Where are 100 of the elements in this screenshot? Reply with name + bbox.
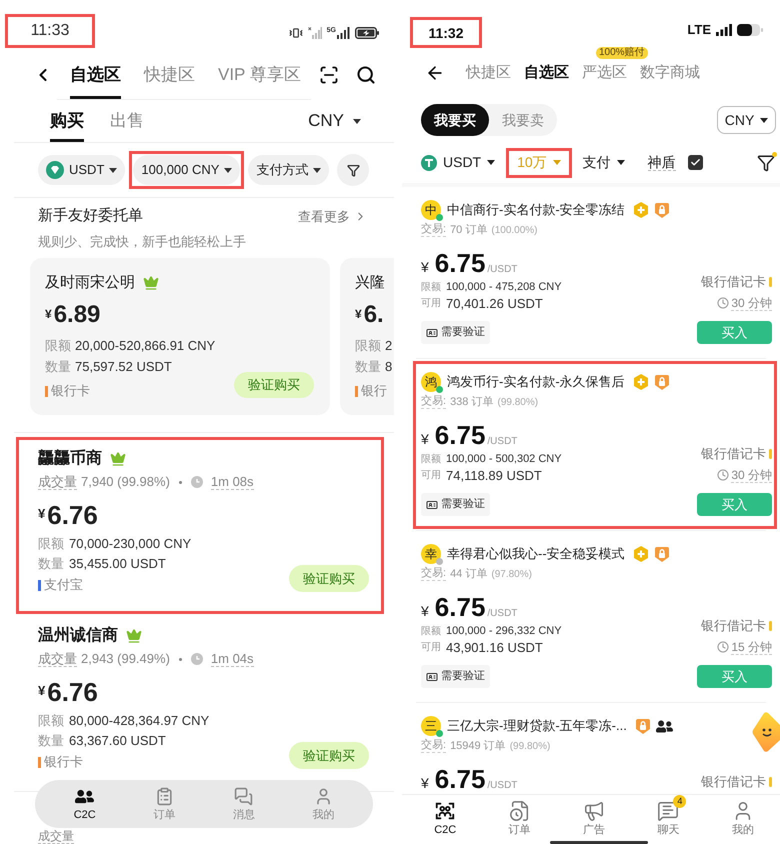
currency-symbol: ¥ bbox=[45, 306, 52, 323]
nav-item[interactable]: 消息 bbox=[204, 780, 284, 828]
trade-tab[interactable]: 出售 bbox=[110, 100, 144, 142]
field-value: 80,000-428,364.97 CNY bbox=[69, 712, 210, 730]
trade-tab[interactable]: 购买 bbox=[50, 100, 84, 142]
currency-dropdown[interactable]: CNY bbox=[308, 108, 361, 134]
trade-stats: 7,940 (99.98%) bbox=[81, 473, 170, 492]
field-value: 74,118.89 USDT bbox=[446, 466, 542, 485]
currency-symbol: ¥ bbox=[421, 258, 429, 277]
field-label: 限额 bbox=[38, 712, 64, 730]
coin-dropdown[interactable]: USDT bbox=[413, 150, 504, 174]
payment-method: 银行借记卡 bbox=[701, 445, 766, 464]
megaphone-icon bbox=[582, 800, 605, 822]
field-value: 43,901.16 USDT bbox=[446, 638, 543, 657]
signal-icon bbox=[337, 27, 350, 39]
checkbox[interactable] bbox=[688, 155, 703, 170]
side-toggle-option[interactable]: 我要卖 bbox=[489, 104, 557, 136]
coin-dropdown[interactable]: USDT bbox=[38, 155, 126, 185]
verify-buy-button[interactable]: 验证购买 bbox=[289, 565, 369, 592]
currency-symbol: ¥ bbox=[421, 774, 429, 793]
payment-time-limit: 15 分钟 bbox=[731, 640, 772, 654]
price: 6. bbox=[364, 300, 384, 330]
verify-buy-button[interactable]: 验证购买 bbox=[234, 372, 314, 398]
nav-tab[interactable]: VIP 尊享区 bbox=[218, 50, 301, 99]
section-title: 新手友好委托单 bbox=[38, 206, 143, 226]
field-value: 2 bbox=[385, 337, 392, 356]
lock-badge-icon bbox=[654, 374, 670, 390]
buy-button[interactable]: 买入 bbox=[697, 493, 772, 516]
id-card-icon bbox=[426, 326, 438, 338]
offer-card[interactable]: 兴隆 ¥6. 限额 2 数量 8 银行 bbox=[340, 258, 394, 415]
field-value: 20,000-520,866.91 CNY bbox=[75, 337, 216, 356]
field-value: 100,000 - 475,208 CNY bbox=[446, 280, 562, 295]
nav-tab[interactable]: 自选区 bbox=[524, 62, 569, 84]
search-icon[interactable] bbox=[356, 65, 376, 85]
trades-label: 交易: bbox=[421, 395, 446, 409]
filter-icon bbox=[346, 164, 360, 176]
nav-tab[interactable]: 自选区 bbox=[70, 50, 121, 99]
currency-symbol: ¥ bbox=[38, 682, 46, 700]
nav-item[interactable]: C2C bbox=[408, 795, 482, 840]
trade-count: 15949 订单 bbox=[450, 738, 506, 754]
status-time: 11:33 bbox=[30, 23, 70, 39]
avatar-initial: 幸 bbox=[421, 544, 441, 564]
side-toggle-option[interactable]: 我要买 bbox=[421, 104, 489, 136]
nav-tab[interactable]: 快捷区 bbox=[466, 62, 511, 84]
buy-button[interactable]: 买入 bbox=[697, 321, 772, 344]
release-time: 1m 08s bbox=[210, 474, 254, 490]
verify-buy-button[interactable]: 验证购买 bbox=[289, 742, 369, 769]
price-unit: /USDT bbox=[487, 607, 518, 621]
nav-tab[interactable]: 快捷区 bbox=[144, 50, 195, 99]
battery-icon bbox=[737, 24, 763, 36]
filter-icon[interactable] bbox=[757, 154, 775, 172]
verification-tag: 需要验证 bbox=[421, 493, 490, 516]
nav-item[interactable]: 4 聊天 bbox=[631, 795, 706, 840]
nav-item[interactable]: 我的 bbox=[706, 795, 780, 840]
release-time: 1m 04s bbox=[210, 651, 254, 667]
coin-icon bbox=[421, 154, 437, 170]
clock-icon bbox=[717, 469, 730, 481]
field-value: 100,000 - 500,302 CNY bbox=[446, 452, 562, 467]
nav-item[interactable]: 我的 bbox=[284, 780, 363, 828]
filter-label: 神盾 bbox=[648, 154, 676, 171]
nav-item[interactable]: C2C bbox=[45, 780, 124, 828]
nav-item[interactable]: 订单 bbox=[124, 780, 204, 828]
field-value: 75,597.52 USDT bbox=[75, 358, 172, 376]
lock-badge-icon bbox=[654, 546, 670, 562]
amount-dropdown[interactable]: 100,000 CNY bbox=[133, 155, 240, 185]
scan-icon[interactable] bbox=[319, 65, 339, 85]
clipboard-icon bbox=[154, 787, 174, 806]
caret-icon bbox=[224, 168, 232, 172]
payment-dropdown[interactable]: 支付方式 bbox=[248, 155, 330, 185]
id-card-icon bbox=[426, 670, 438, 682]
clock-icon bbox=[717, 297, 730, 309]
status-time: 11:32 bbox=[428, 26, 464, 40]
merchant-name: 及时雨宋公明 bbox=[45, 272, 135, 293]
field-label: 限额 bbox=[45, 337, 71, 356]
caret-icon bbox=[353, 118, 361, 124]
trades-label: 交易: bbox=[421, 739, 446, 753]
price: 6.76 bbox=[47, 499, 98, 531]
payment-method: 银行借记卡 bbox=[701, 773, 766, 792]
completion-rate: (97.80%) bbox=[491, 568, 532, 582]
clock-icon bbox=[190, 476, 203, 488]
lock-badge-icon bbox=[654, 202, 670, 218]
offer-card[interactable]: 及时雨宋公明 ¥6.89 限额 20,000-520,866.91 CNY 数量 75,597.52 USDT 银行卡 验证购买 bbox=[30, 258, 330, 415]
caret-icon bbox=[760, 118, 768, 122]
field-label: 限额 bbox=[355, 337, 381, 356]
stat-label: 成交量 bbox=[38, 830, 74, 844]
lock-badge-icon bbox=[634, 718, 651, 734]
verification-tag: 需要验证 bbox=[421, 665, 490, 688]
see-more-link[interactable]: 查看更多 bbox=[298, 206, 367, 226]
vibrate-icon bbox=[288, 26, 303, 40]
medal-icon bbox=[632, 202, 649, 218]
nav-tab[interactable]: 数字商城 bbox=[640, 62, 700, 84]
filter-button[interactable] bbox=[337, 154, 369, 186]
currency-dropdown[interactable]: CNY bbox=[717, 106, 776, 134]
buy-button[interactable]: 买入 bbox=[697, 665, 772, 688]
payment-dropdown[interactable]: 支付 bbox=[574, 150, 633, 174]
nav-item[interactable]: 广告 bbox=[556, 795, 632, 840]
smiley-icon[interactable] bbox=[752, 712, 780, 752]
nav-tab[interactable]: 严选区 bbox=[582, 62, 627, 84]
nav-item[interactable]: 订单 bbox=[482, 795, 557, 840]
field-value: 70,000-230,000 CNY bbox=[69, 535, 192, 554]
